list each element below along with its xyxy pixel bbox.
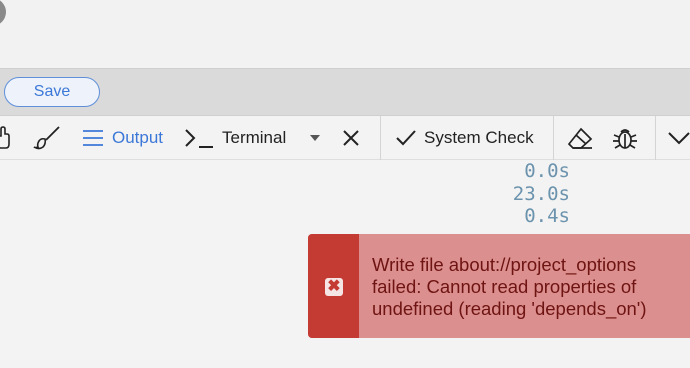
toast-message: Write file about://project_options faile… — [372, 254, 647, 319]
list-icon — [83, 130, 103, 146]
close-icon — [343, 130, 359, 146]
toast-side-bar: ✖ — [308, 234, 359, 338]
error-toast[interactable]: ✖ Write file about://project_options fai… — [308, 234, 690, 338]
panel-toolbar: Output Terminal System Check — [0, 116, 690, 160]
more-button[interactable] — [668, 116, 690, 160]
tab-terminal[interactable]: Terminal — [184, 116, 286, 160]
top-area — [0, 0, 690, 68]
toolbar-divider — [655, 116, 656, 160]
terminal-icon — [185, 129, 213, 148]
timing-column: 0.0s 23.0s 0.4s — [480, 160, 570, 228]
window-control-button[interactable] — [0, 0, 6, 26]
error-icon[interactable]: ✖ — [325, 278, 343, 296]
debug-button[interactable] — [612, 116, 638, 160]
bug-icon — [613, 129, 637, 149]
brush-icon — [33, 126, 60, 150]
save-bar: Save — [0, 68, 690, 116]
save-button[interactable]: Save — [4, 77, 100, 107]
tab-output-label: Output — [112, 128, 164, 147]
hand-tool-button[interactable] — [0, 116, 14, 160]
checkmark-icon — [396, 130, 416, 146]
tab-output[interactable]: Output — [82, 116, 163, 160]
timing-value: 0.0s — [524, 160, 570, 182]
hand-icon — [0, 126, 10, 149]
clear-button[interactable] — [567, 116, 593, 160]
toolbar-divider — [380, 116, 381, 160]
timing-value: 0.4s — [524, 205, 570, 227]
terminal-dropdown-button[interactable] — [309, 116, 321, 160]
eraser-icon — [567, 127, 593, 149]
brush-tool-button[interactable] — [32, 116, 62, 160]
system-check-button[interactable]: System Check — [396, 116, 534, 160]
close-button[interactable] — [342, 116, 360, 160]
timing-value: 23.0s — [512, 182, 570, 205]
chevron-down-icon — [668, 132, 690, 145]
tab-terminal-label: Terminal — [222, 128, 287, 147]
system-check-label: System Check — [424, 128, 534, 147]
caret-down-icon — [310, 135, 320, 141]
toolbar-divider — [553, 116, 554, 160]
